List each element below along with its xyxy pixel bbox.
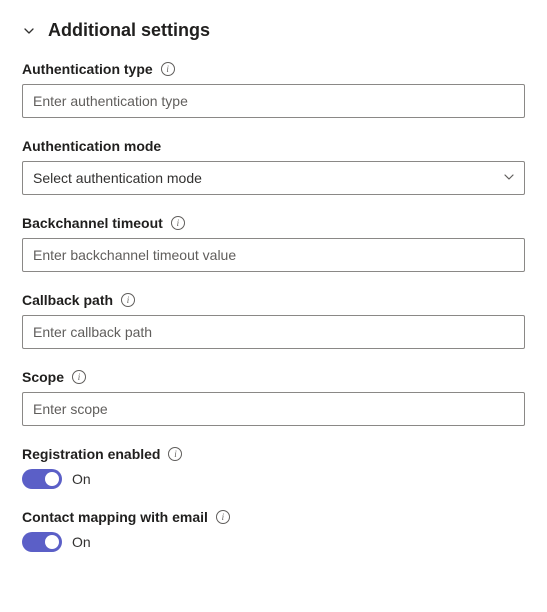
callback-path-input[interactable] (22, 315, 525, 349)
authentication-mode-label: Authentication mode (22, 138, 161, 154)
scope-label: Scope (22, 369, 64, 385)
info-icon[interactable]: i (216, 510, 230, 524)
toggle-knob (45, 535, 59, 549)
contact-mapping-toggle[interactable] (22, 532, 62, 552)
field-registration-enabled: Registration enabled i On (22, 446, 525, 489)
authentication-type-label: Authentication type (22, 61, 153, 77)
callback-path-label: Callback path (22, 292, 113, 308)
field-authentication-type: Authentication type i (22, 61, 525, 118)
info-icon[interactable]: i (121, 293, 135, 307)
field-label-row: Callback path i (22, 292, 525, 308)
field-backchannel-timeout: Backchannel timeout i (22, 215, 525, 272)
toggle-knob (45, 472, 59, 486)
field-callback-path: Callback path i (22, 292, 525, 349)
authentication-type-input[interactable] (22, 84, 525, 118)
field-authentication-mode: Authentication mode Select authenticatio… (22, 138, 525, 195)
field-label-row: Scope i (22, 369, 525, 385)
registration-enabled-toggle[interactable] (22, 469, 62, 489)
toggle-row: On (22, 532, 525, 552)
registration-enabled-state: On (72, 471, 91, 487)
info-icon[interactable]: i (161, 62, 175, 76)
info-icon[interactable]: i (171, 216, 185, 230)
contact-mapping-label: Contact mapping with email (22, 509, 208, 525)
field-label-row: Authentication type i (22, 61, 525, 77)
field-label-row: Backchannel timeout i (22, 215, 525, 231)
registration-enabled-label: Registration enabled (22, 446, 160, 462)
field-scope: Scope i (22, 369, 525, 426)
backchannel-timeout-input[interactable] (22, 238, 525, 272)
select-wrap: Select authentication mode (22, 161, 525, 195)
field-label-row: Contact mapping with email i (22, 509, 525, 525)
section-title: Additional settings (48, 20, 210, 41)
scope-input[interactable] (22, 392, 525, 426)
toggle-row: On (22, 469, 525, 489)
authentication-mode-select[interactable]: Select authentication mode (22, 161, 525, 195)
chevron-down-icon[interactable] (22, 24, 36, 38)
info-icon[interactable]: i (72, 370, 86, 384)
backchannel-timeout-label: Backchannel timeout (22, 215, 163, 231)
field-label-row: Registration enabled i (22, 446, 525, 462)
contact-mapping-state: On (72, 534, 91, 550)
field-contact-mapping: Contact mapping with email i On (22, 509, 525, 552)
info-icon[interactable]: i (168, 447, 182, 461)
field-label-row: Authentication mode (22, 138, 525, 154)
section-header: Additional settings (22, 20, 525, 41)
